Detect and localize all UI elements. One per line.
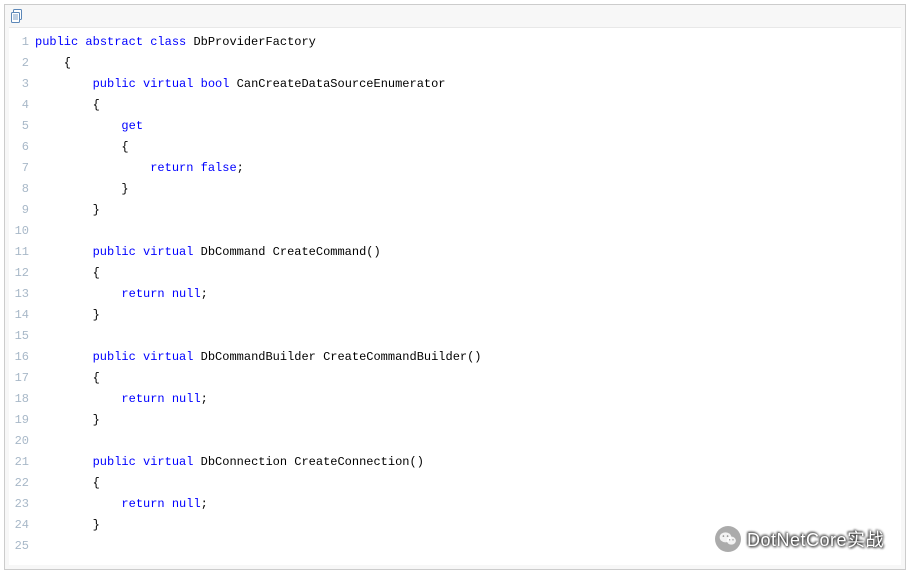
code-text: } — [35, 305, 901, 326]
code-area[interactable]: 1public abstract class DbProviderFactory… — [9, 27, 901, 565]
line-number: 21 — [9, 452, 35, 473]
code-text: } — [35, 410, 901, 431]
code-line: 16 public virtual DbCommandBuilder Creat… — [9, 347, 901, 368]
code-text: } — [35, 515, 901, 536]
code-line: 1public abstract class DbProviderFactory — [9, 32, 901, 53]
code-line: 11 public virtual DbCommand CreateComman… — [9, 242, 901, 263]
copy-icon[interactable] — [11, 9, 25, 23]
line-number: 8 — [9, 179, 35, 200]
code-line: 14 } — [9, 305, 901, 326]
code-text: } — [35, 200, 901, 221]
code-text: public virtual bool CanCreateDataSourceE… — [35, 74, 901, 95]
line-number: 2 — [9, 53, 35, 74]
line-number: 17 — [9, 368, 35, 389]
code-line: 23 return null; — [9, 494, 901, 515]
line-number: 7 — [9, 158, 35, 179]
code-line: 25 — [9, 536, 901, 557]
line-number: 25 — [9, 536, 35, 557]
line-number: 3 — [9, 74, 35, 95]
line-number: 13 — [9, 284, 35, 305]
line-number: 23 — [9, 494, 35, 515]
code-line: 20 — [9, 431, 901, 452]
line-number: 22 — [9, 473, 35, 494]
line-number: 14 — [9, 305, 35, 326]
line-number: 11 — [9, 242, 35, 263]
code-text: { — [35, 368, 901, 389]
code-text: { — [35, 95, 901, 116]
code-text: } — [35, 179, 901, 200]
code-text: public virtual DbCommand CreateCommand() — [35, 242, 901, 263]
code-text: return false; — [35, 158, 901, 179]
code-line: 10 — [9, 221, 901, 242]
code-text: { — [35, 53, 901, 74]
line-number: 4 — [9, 95, 35, 116]
line-number: 18 — [9, 389, 35, 410]
code-text: get — [35, 116, 901, 137]
line-number: 19 — [9, 410, 35, 431]
code-block: 1public abstract class DbProviderFactory… — [4, 4, 906, 570]
code-text: { — [35, 263, 901, 284]
code-line: 6 { — [9, 137, 901, 158]
line-number: 12 — [9, 263, 35, 284]
code-toolbar — [5, 5, 905, 27]
line-number: 16 — [9, 347, 35, 368]
code-line: 18 return null; — [9, 389, 901, 410]
line-number: 9 — [9, 200, 35, 221]
line-number: 20 — [9, 431, 35, 452]
line-number: 10 — [9, 221, 35, 242]
line-number: 6 — [9, 137, 35, 158]
line-number: 15 — [9, 326, 35, 347]
code-text: { — [35, 137, 901, 158]
line-number: 24 — [9, 515, 35, 536]
line-number: 5 — [9, 116, 35, 137]
code-line: 12 { — [9, 263, 901, 284]
code-text: return null; — [35, 284, 901, 305]
code-line: 17 { — [9, 368, 901, 389]
code-text: return null; — [35, 494, 901, 515]
code-text: public virtual DbConnection CreateConnec… — [35, 452, 901, 473]
code-line: 22 { — [9, 473, 901, 494]
code-line: 24 } — [9, 515, 901, 536]
code-line: 9 } — [9, 200, 901, 221]
code-line: 8 } — [9, 179, 901, 200]
code-line: 4 { — [9, 95, 901, 116]
code-line: 13 return null; — [9, 284, 901, 305]
line-number: 1 — [9, 32, 35, 53]
code-line: 5 get — [9, 116, 901, 137]
code-line: 19 } — [9, 410, 901, 431]
code-line: 15 — [9, 326, 901, 347]
code-text: public virtual DbCommandBuilder CreateCo… — [35, 347, 901, 368]
code-line: 21 public virtual DbConnection CreateCon… — [9, 452, 901, 473]
code-line: 3 public virtual bool CanCreateDataSourc… — [9, 74, 901, 95]
code-line: 2 { — [9, 53, 901, 74]
code-text: public abstract class DbProviderFactory — [35, 32, 901, 53]
code-line: 7 return false; — [9, 158, 901, 179]
code-text: return null; — [35, 389, 901, 410]
code-text: { — [35, 473, 901, 494]
